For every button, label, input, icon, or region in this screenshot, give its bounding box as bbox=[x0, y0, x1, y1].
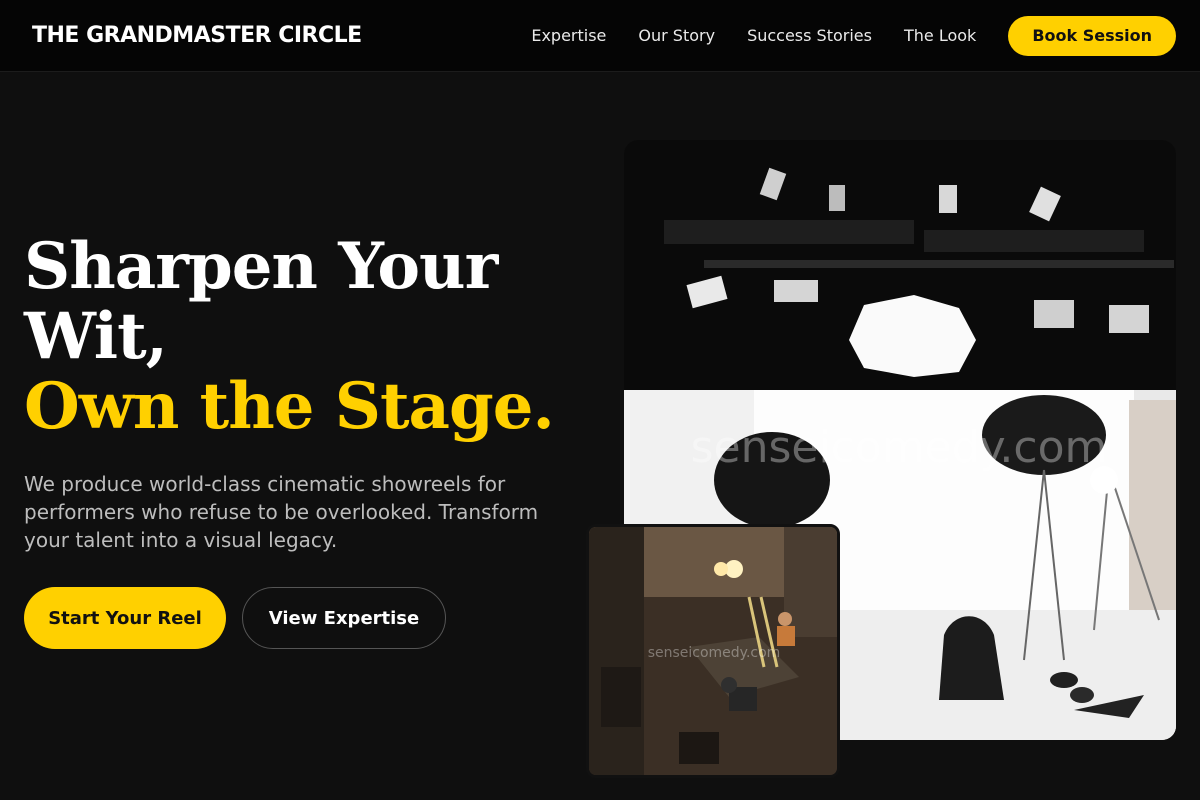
start-your-reel-button[interactable]: Start Your Reel bbox=[24, 587, 226, 649]
top-navbar: THE GRANDMASTER CIRCLE Expertise Our Sto… bbox=[0, 0, 1200, 72]
view-expertise-button[interactable]: View Expertise bbox=[242, 587, 446, 649]
headline-line-2: Wit, bbox=[24, 299, 168, 374]
nav-link-success-stories[interactable]: Success Stories bbox=[747, 26, 872, 45]
nav-link-our-story[interactable]: Our Story bbox=[638, 26, 715, 45]
hero-section: Sharpen Your Wit, Own the Stage. We prod… bbox=[0, 72, 1200, 800]
headline-line-1: Sharpen Your bbox=[24, 229, 498, 304]
book-session-button[interactable]: Book Session bbox=[1008, 15, 1176, 56]
hero-subtitle: We produce world-class cinematic showree… bbox=[24, 472, 539, 552]
film-set-photo-illustration: senseicomedy.com bbox=[589, 527, 837, 775]
brand-logo[interactable]: THE GRANDMASTER CIRCLE bbox=[32, 23, 362, 48]
studio-photo-watermark: senseicomedy.com bbox=[691, 422, 1108, 473]
nav-link-expertise[interactable]: Expertise bbox=[531, 26, 606, 45]
film-set-photo: senseicomedy.com bbox=[586, 524, 840, 778]
headline-accent: Own the Stage. bbox=[24, 369, 555, 444]
hero-headline: Sharpen Your Wit, Own the Stage. bbox=[24, 232, 584, 442]
nav-link-the-look[interactable]: The Look bbox=[904, 26, 976, 45]
film-set-photo-watermark: senseicomedy.com bbox=[648, 645, 781, 661]
nav-links: Expertise Our Story Success Stories The … bbox=[531, 15, 1176, 56]
